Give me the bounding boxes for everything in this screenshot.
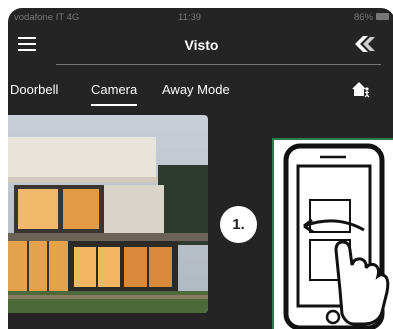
tab-camera[interactable]: Camera (91, 82, 138, 106)
brand-logo-icon (355, 36, 375, 52)
home-person-icon[interactable] (351, 80, 371, 100)
battery-percent: 86% (353, 12, 373, 23)
camera-feed-image[interactable] (8, 115, 208, 313)
page-title: Visto (184, 37, 219, 53)
app-screen: vodafone IT 4G 11:39 86% Visto Doorbell … (8, 8, 393, 329)
swipe-gesture-icon (283, 143, 390, 329)
header-divider (56, 64, 381, 65)
tab-bar: Doorbell Camera Away Mode (8, 82, 393, 112)
app-header: Visto (8, 30, 393, 58)
carrier-label: vodafone IT 4G (14, 12, 80, 23)
battery-icon (376, 13, 389, 20)
step-badge: 1. (220, 206, 257, 243)
tab-away-mode[interactable]: Away Mode (162, 82, 230, 97)
status-time: 11:39 (178, 12, 202, 23)
tab-doorbell[interactable]: Doorbell (10, 82, 58, 97)
status-bar: vodafone IT 4G 11:39 86% (8, 8, 393, 26)
swipe-instruction-panel (272, 138, 393, 329)
